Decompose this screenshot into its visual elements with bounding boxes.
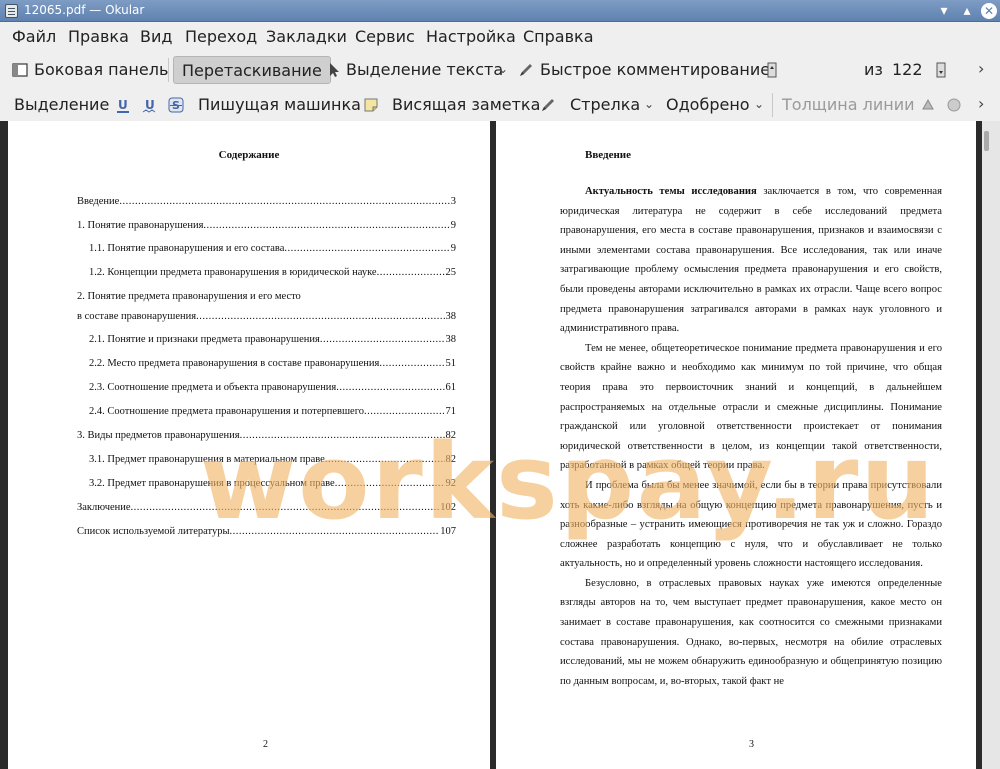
quick-annotations-button[interactable]: Быстрое комментирование bbox=[540, 56, 770, 84]
close-icon: ✕ bbox=[981, 3, 997, 19]
previous-page-icon[interactable] bbox=[766, 62, 778, 78]
close-window-button[interactable]: ✕ bbox=[980, 2, 998, 20]
menu-file[interactable]: Файл bbox=[12, 27, 56, 46]
lead-bold-text: Актуальность темы исследования bbox=[585, 186, 757, 197]
document-page-2: Содержание Введение3 1. Понятие правонар… bbox=[8, 121, 490, 769]
scrollbar-thumb[interactable] bbox=[984, 131, 989, 151]
toc-entry[interactable]: 3.1. Предмет правонарушения в материальн… bbox=[89, 454, 456, 465]
section-heading: Введение bbox=[585, 149, 632, 161]
browse-tool-button[interactable]: Перетаскивание bbox=[173, 56, 331, 84]
window-title: 12065.pdf — Okular bbox=[24, 3, 145, 17]
menu-settings[interactable]: Настройка bbox=[426, 27, 516, 46]
maximize-icon[interactable]: ▴ bbox=[958, 2, 976, 20]
chevron-down-icon[interactable]: ⌄ bbox=[644, 97, 654, 111]
opacity-icon[interactable] bbox=[946, 97, 962, 113]
okular-app-icon[interactable] bbox=[5, 4, 18, 18]
sidebar-icon bbox=[12, 63, 28, 77]
menu-view[interactable]: Вид bbox=[140, 27, 172, 46]
minimize-icon[interactable]: ▾ bbox=[935, 2, 953, 20]
arrow-tool-button[interactable]: Стрелка bbox=[570, 91, 640, 119]
menu-bookmarks[interactable]: Закладки bbox=[266, 27, 347, 46]
highlighter-button[interactable]: Выделение bbox=[14, 91, 109, 119]
chevron-down-icon[interactable]: ⌄ bbox=[498, 62, 508, 76]
paragraph: Тем не менее, общетеоретическое понимани… bbox=[560, 342, 942, 472]
menu-help[interactable]: Справка bbox=[523, 27, 594, 46]
paragraph: Безусловно, в отраслевых правовых науках… bbox=[560, 577, 942, 687]
paragraph: Актуальность темы исследования заключает… bbox=[560, 186, 942, 335]
menu-go[interactable]: Переход bbox=[185, 27, 257, 46]
page-total: 122 bbox=[892, 60, 923, 79]
menu-bar: Файл Правка Вид Переход Закладки Сервис … bbox=[0, 23, 1000, 51]
line-width-button[interactable]: Толщина линии bbox=[782, 91, 915, 119]
sticky-note-icon bbox=[364, 98, 378, 112]
underline-icon[interactable]: U bbox=[115, 97, 131, 113]
document-viewer[interactable]: Содержание Введение3 1. Понятие правонар… bbox=[0, 121, 1000, 769]
body-text: Актуальность темы исследования заключает… bbox=[560, 182, 942, 691]
toolbar-overflow-icon[interactable]: › bbox=[978, 94, 984, 113]
toc-entry[interactable]: 1.2. Концепции предмета правонарушения в… bbox=[89, 267, 456, 278]
annotation-toolbar: Выделение U U S Пишущая машинка Висящая … bbox=[0, 87, 1000, 121]
page-of-label: из bbox=[864, 60, 883, 79]
menu-tools[interactable]: Сервис bbox=[355, 27, 415, 46]
stamp-button[interactable]: Одобрено bbox=[666, 91, 750, 119]
main-toolbar: Боковая панель Перетаскивание Выделение … bbox=[0, 52, 1000, 136]
menu-edit[interactable]: Правка bbox=[68, 27, 129, 46]
toc-entry[interactable]: 2.4. Соотношение предмета правонарушения… bbox=[89, 406, 456, 417]
toc-entry[interactable]: 2.1. Понятие и признаки предмета правона… bbox=[89, 334, 456, 345]
toc-entry[interactable]: 2.3. Соотношение предмета и объекта прав… bbox=[89, 382, 456, 393]
toc-entry[interactable]: Заключение102 bbox=[77, 502, 456, 513]
typewriter-button[interactable]: Пишущая машинка bbox=[198, 91, 361, 119]
svg-text:U: U bbox=[118, 98, 128, 112]
paragraph: И проблема была бы менее значимой, если … bbox=[560, 479, 942, 570]
toolbar-separator bbox=[772, 93, 773, 117]
toc-entry[interactable]: 1.1. Понятие правонарушения и его состав… bbox=[89, 243, 456, 254]
toc-entry[interactable]: 2. Понятие предмета правонарушения и его… bbox=[77, 291, 301, 302]
pen-icon bbox=[520, 64, 532, 76]
chevron-down-icon[interactable]: ⌄ bbox=[754, 97, 764, 111]
toc-heading: Содержание bbox=[218, 149, 280, 161]
vertical-scrollbar[interactable] bbox=[982, 121, 1000, 769]
toc-entry[interactable]: Введение3 bbox=[77, 196, 456, 207]
page-number: 2 bbox=[263, 739, 268, 750]
arrow-tool-icon bbox=[542, 99, 554, 111]
pop-up-note-button[interactable]: Висящая заметка bbox=[392, 91, 540, 119]
toc-entry[interactable]: 2.2. Место предмета правонарушения в сос… bbox=[89, 358, 456, 369]
squiggle-icon[interactable]: U bbox=[142, 97, 158, 113]
title-bar: 12065.pdf — Okular ▾ ▴ ✕ bbox=[0, 0, 1000, 22]
toc-entry[interactable]: в составе правонарушения38 bbox=[77, 311, 456, 322]
toc-entry[interactable]: 3. Виды предметов правонарушения82 bbox=[77, 430, 456, 441]
document-page-3: Введение Актуальность темы исследования … bbox=[496, 121, 976, 769]
text-selection-tool-button[interactable]: Выделение текста bbox=[346, 56, 503, 84]
toc-entry[interactable]: 1. Понятие правонарушения9 bbox=[77, 220, 456, 231]
toolbar-separator bbox=[168, 58, 169, 82]
toolbar-overflow-icon[interactable]: › bbox=[978, 59, 984, 78]
page-number: 3 bbox=[749, 739, 754, 750]
text-select-cursor-icon bbox=[330, 63, 339, 77]
sidebar-button[interactable]: Боковая панель bbox=[34, 56, 168, 84]
strikeout-icon[interactable]: S bbox=[168, 97, 184, 113]
next-page-icon[interactable] bbox=[935, 62, 947, 78]
color-icon[interactable] bbox=[920, 97, 936, 113]
toc-entry[interactable]: Список используемой литературы107 bbox=[77, 526, 456, 537]
toc-entry[interactable]: 3.2. Предмет правонарушения в процессуал… bbox=[89, 478, 456, 489]
